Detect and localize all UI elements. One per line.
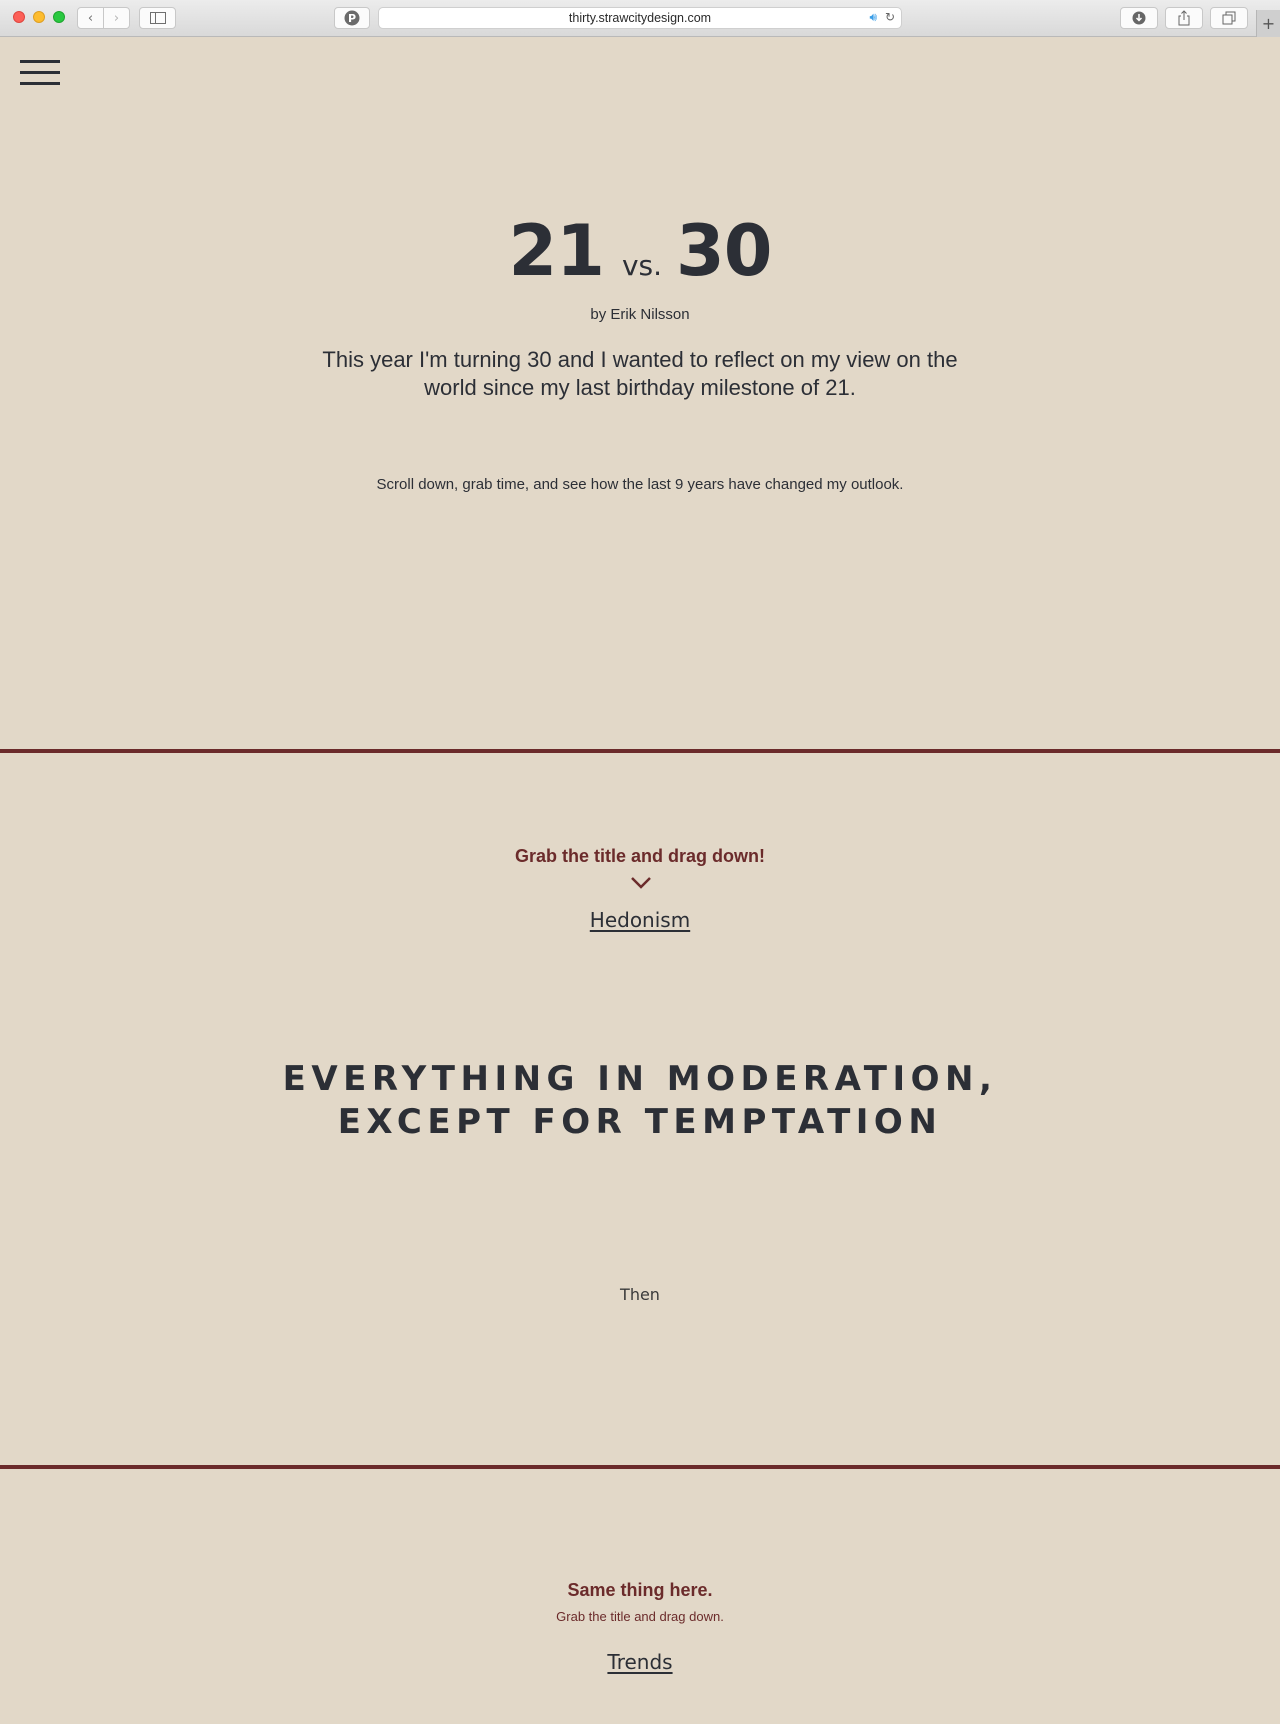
forward-button[interactable]: › — [103, 7, 130, 29]
hedonism-draggable-title[interactable]: Hedonism — [590, 908, 690, 932]
chevron-down-icon — [631, 877, 651, 889]
section-divider — [0, 1465, 1280, 1469]
download-icon — [1132, 11, 1146, 25]
hamburger-line — [20, 71, 60, 74]
section-title-trends: Trends — [0, 1650, 1280, 1674]
scroll-note: Scroll down, grab time, and see how the … — [376, 476, 904, 493]
hero-vs: vs. — [621, 249, 663, 282]
tabs-icon — [1222, 11, 1236, 25]
minimize-window-button[interactable] — [33, 11, 45, 23]
share-icon — [1178, 10, 1190, 26]
forward-icon: › — [113, 10, 120, 26]
hero-title: 21 vs. 30 — [0, 210, 1280, 292]
share-button[interactable] — [1165, 7, 1203, 29]
hedonism-quote: EVERYTHING IN MODERATION, EXCEPT FOR TEM… — [0, 1058, 1280, 1144]
tabs-button[interactable] — [1210, 7, 1248, 29]
svg-text:P: P — [348, 12, 356, 25]
new-tab-button[interactable]: + — [1256, 10, 1280, 37]
hamburger-line — [20, 60, 60, 63]
pinterest-icon: P — [344, 10, 360, 26]
back-icon: ‹ — [87, 10, 94, 26]
hamburger-line — [20, 82, 60, 85]
trends-draggable-title[interactable]: Trends — [607, 1650, 672, 1674]
close-window-button[interactable] — [13, 11, 25, 23]
zoom-window-button[interactable] — [53, 11, 65, 23]
download-button[interactable] — [1120, 7, 1158, 29]
menu-button[interactable] — [20, 60, 60, 86]
then-label: Then — [620, 1285, 660, 1304]
address-bar[interactable]: thirty.strawcitydesign.com 🔊︎ ↻ — [378, 7, 902, 29]
audio-icon[interactable]: 🔊︎ — [869, 10, 877, 25]
quote-line-2: EXCEPT FOR TEMPTATION — [337, 1102, 943, 1142]
section-title-hedonism: Hedonism — [0, 908, 1280, 932]
byline: by Erik Nilsson — [590, 306, 690, 323]
hero-number-21: 21 — [508, 210, 605, 292]
section-divider — [0, 749, 1280, 753]
intro-text: This year I'm turning 30 and I wanted to… — [322, 347, 958, 400]
sidebar-button[interactable] — [139, 7, 176, 29]
quote-line-1: EVERYTHING IN MODERATION, — [282, 1059, 998, 1099]
browser-toolbar: ‹ › P thirty.strawcitydesign.com 🔊︎ ↻ + — [0, 0, 1280, 37]
sidebar-icon — [149, 12, 166, 24]
drag-instruction: Grab the title and drag down! — [514, 846, 765, 866]
drag-instruction: Same thing here. — [567, 1580, 713, 1600]
drag-sub-instruction: Grab the title and drag down. — [556, 1609, 724, 1624]
pinterest-button[interactable]: P — [334, 7, 370, 29]
new-tab-icon: + — [1261, 14, 1276, 33]
hero-number-30: 30 — [676, 210, 772, 292]
reload-icon[interactable]: ↻ — [885, 10, 895, 24]
back-button[interactable]: ‹ — [77, 7, 104, 29]
url-text: thirty.strawcitydesign.com — [568, 11, 712, 25]
